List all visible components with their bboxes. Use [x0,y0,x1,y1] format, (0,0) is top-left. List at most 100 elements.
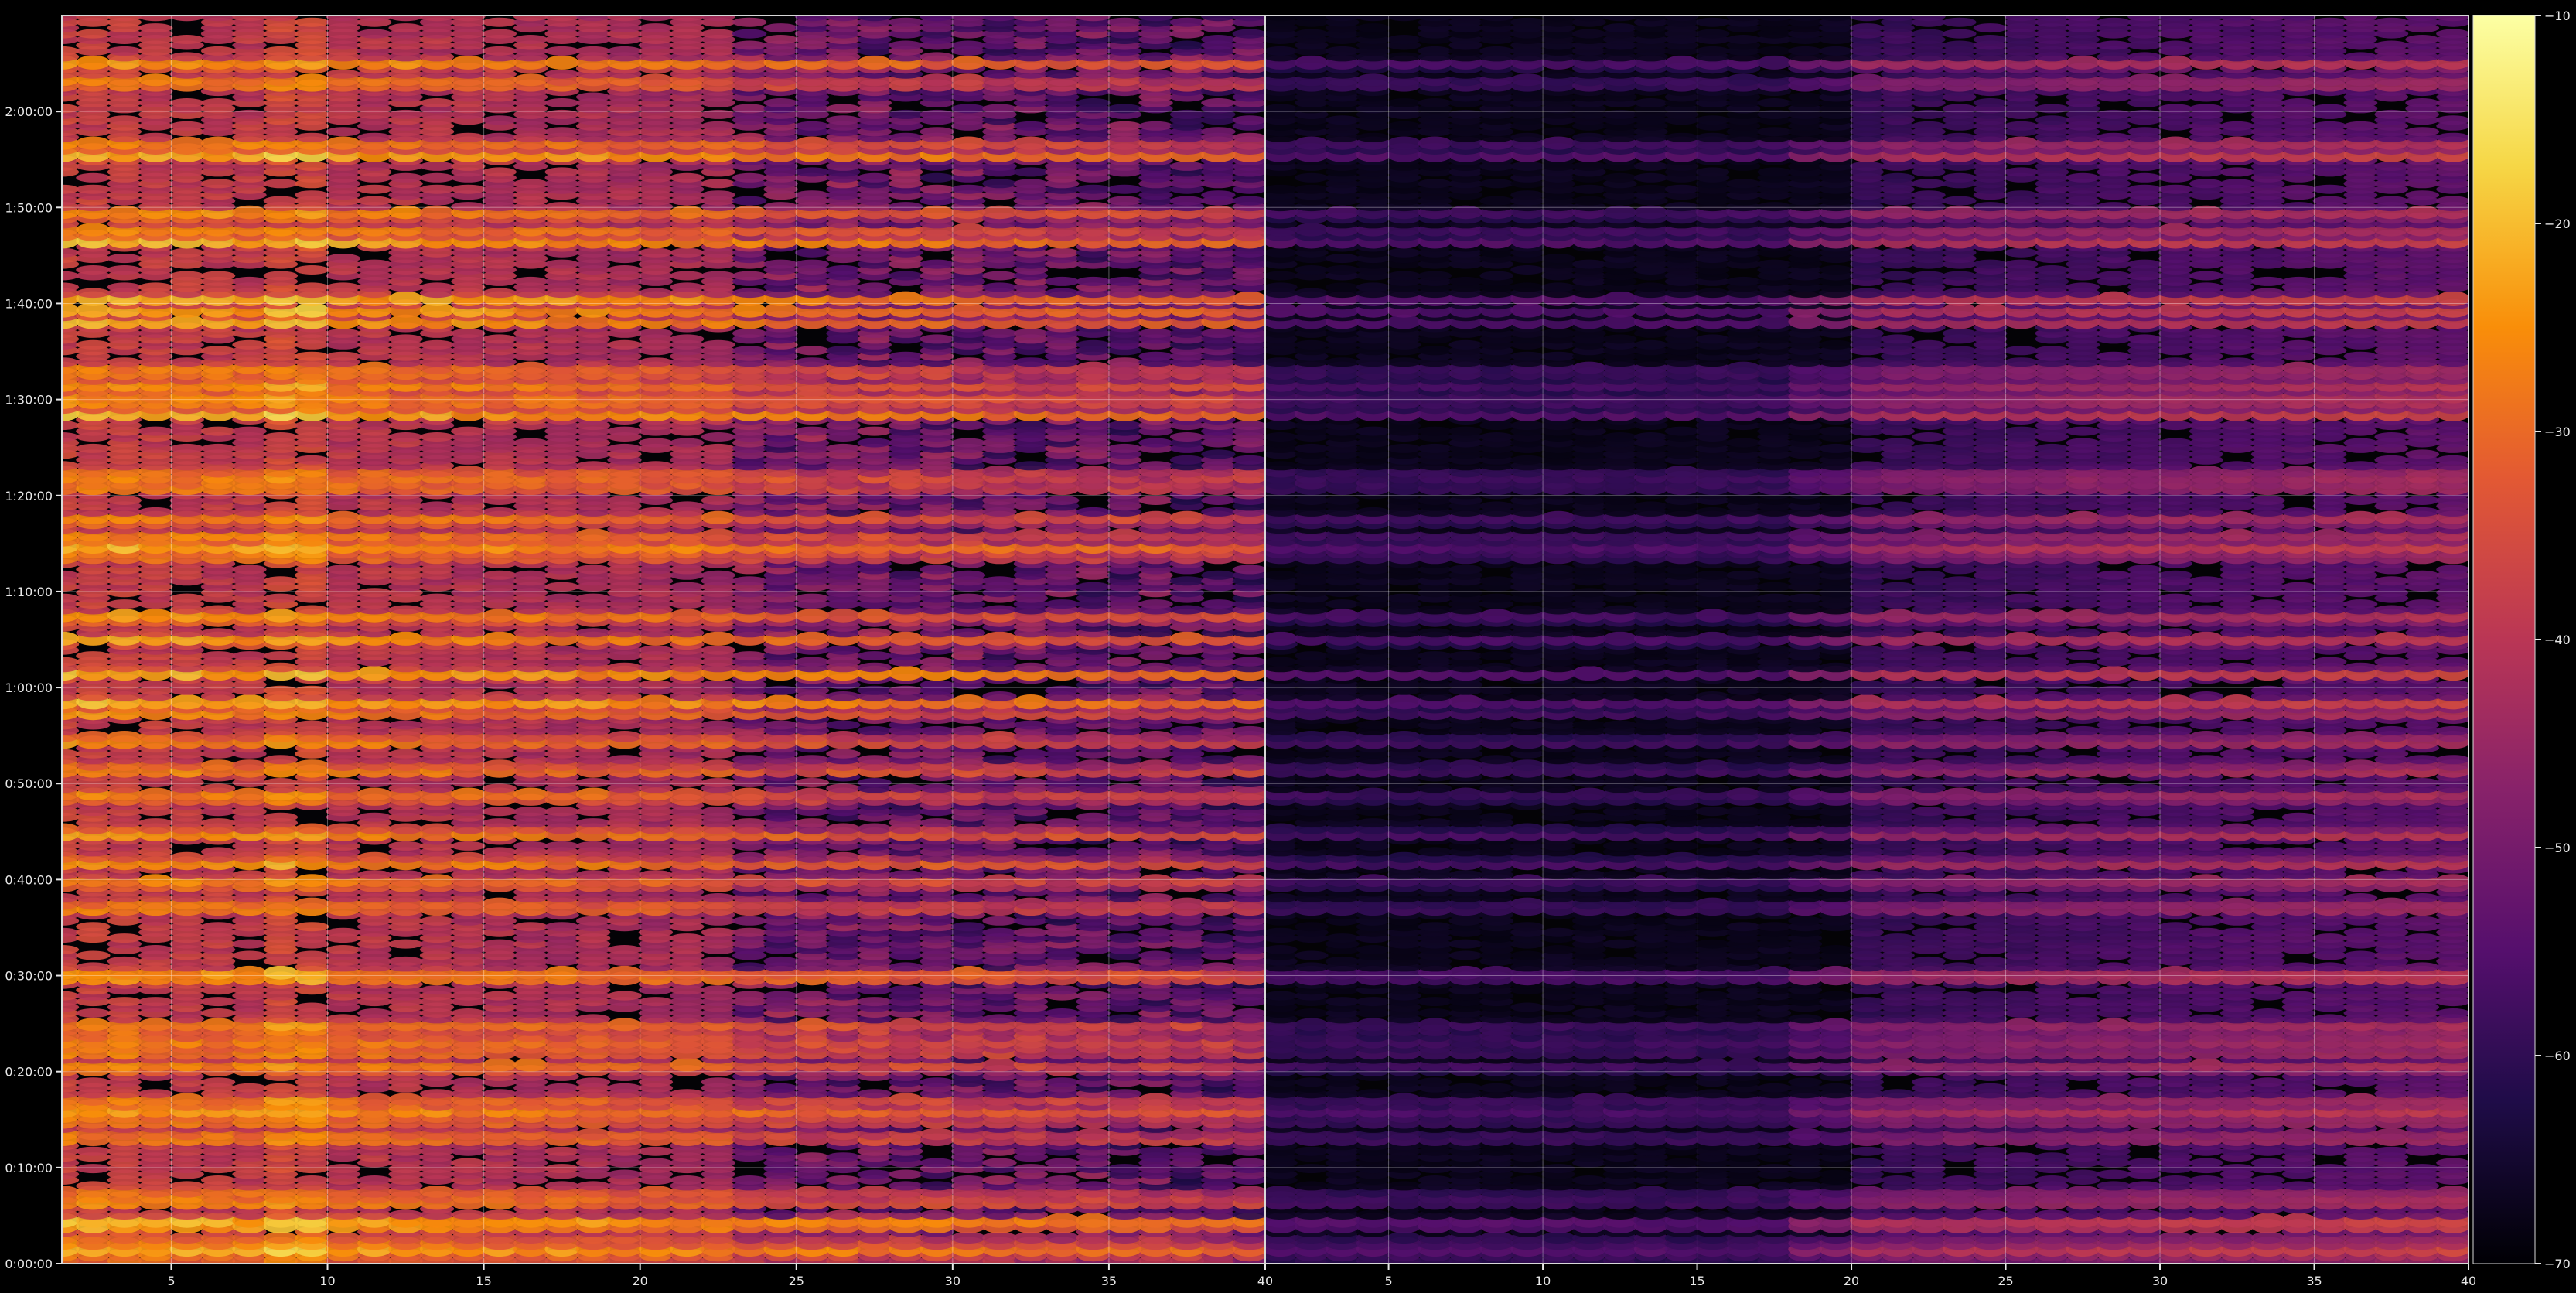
heat-cell [295,1175,329,1185]
heat-cell [732,271,767,281]
heat-cell [263,576,299,586]
heat-cell [732,328,767,338]
heat-cell [701,271,735,281]
heat-cell [200,847,236,857]
heat-cell [451,1077,486,1087]
heat-cell [575,870,611,880]
heat-cell [419,98,455,107]
heat-cell [263,593,299,603]
heat-cell [763,1209,798,1220]
heat-cell [451,184,486,194]
heat-cell [794,121,830,131]
heat-cell [763,1146,798,1156]
heat-cell [419,282,455,292]
heat-cell [826,1175,861,1185]
heat-cell [295,132,329,142]
heat-cell [575,593,611,603]
heat-cell [169,731,204,742]
heat-cell [575,1077,611,1087]
heat-cell [200,605,236,615]
heat-cell [670,438,705,448]
heat-cell [513,1058,548,1072]
heat-cell [200,443,236,453]
heat-cell [544,1181,579,1191]
heat-cell [76,1146,111,1156]
heat-cell [295,897,329,910]
heat-cell [232,965,267,980]
heat-cell [701,645,735,655]
heat-cell [138,507,173,517]
heat-cell [419,172,455,183]
heat-cell [107,265,142,275]
heat-cell [638,461,674,471]
heat-cell [451,1008,486,1018]
heat-cell [169,593,204,603]
heat-cell [107,496,142,505]
heat-cell [169,35,204,44]
heat-cell [732,1175,767,1185]
heat-cell [575,15,611,22]
heat-cell [263,179,299,189]
heat-cell [544,841,579,851]
heat-cell [670,282,705,292]
heat-cell [138,997,173,1007]
heat-cell [607,265,642,275]
heat-cell [200,922,236,932]
heat-cell [419,432,455,442]
heat-cell [575,787,611,801]
heat-cell [638,357,674,367]
heat-cell [295,1002,329,1012]
heat-cell [794,609,830,623]
heat-cell [826,731,861,742]
heat-cell [544,15,579,22]
heat-cell [732,927,767,937]
heat-cell [826,1152,861,1162]
heat-cell [670,609,705,623]
heat-cell [638,997,674,1007]
heat-cell [232,694,267,710]
heat-cell [357,361,392,374]
heat-cell [76,443,111,453]
heat-cell [794,247,830,258]
heat-cell [263,15,299,22]
heat-cell [544,645,579,655]
heat-cell [295,922,329,932]
heat-cell [575,1014,611,1024]
heat-cell [701,190,735,200]
heat-cell [638,288,674,299]
heat-cell [794,357,830,367]
heat-cell [232,787,267,801]
heat-cell [419,823,455,834]
heat-cell [607,991,642,1001]
heat-cell [326,15,360,22]
heat-cell [326,927,360,937]
heat-cell [482,991,517,1001]
heat-cell [232,339,267,350]
heat-cell [357,1008,392,1018]
heat-cell [763,202,798,212]
heat-cell [794,657,830,667]
heat-cell [701,443,735,453]
heat-cell [76,651,111,661]
heat-cell [138,1209,173,1220]
heat-cell [107,609,142,623]
heat-cell [575,841,611,851]
heat-cell [138,15,173,22]
heat-cell [607,496,642,505]
heat-cell [76,1018,111,1032]
heat-cell [388,870,423,880]
heat-cell [638,161,674,171]
heat-cell [638,247,674,258]
heat-cell [419,1089,455,1099]
heat-cell [482,818,517,828]
heat-cell [670,1089,705,1099]
heat-cell [451,328,486,338]
heat-cell [607,965,642,980]
heat-cell [544,98,579,107]
heat-cell [826,645,861,655]
heat-cell [76,15,111,22]
heat-cell [513,922,548,932]
heat-cell [107,46,142,56]
heat-cell [701,985,735,995]
heat-cell [263,196,299,206]
